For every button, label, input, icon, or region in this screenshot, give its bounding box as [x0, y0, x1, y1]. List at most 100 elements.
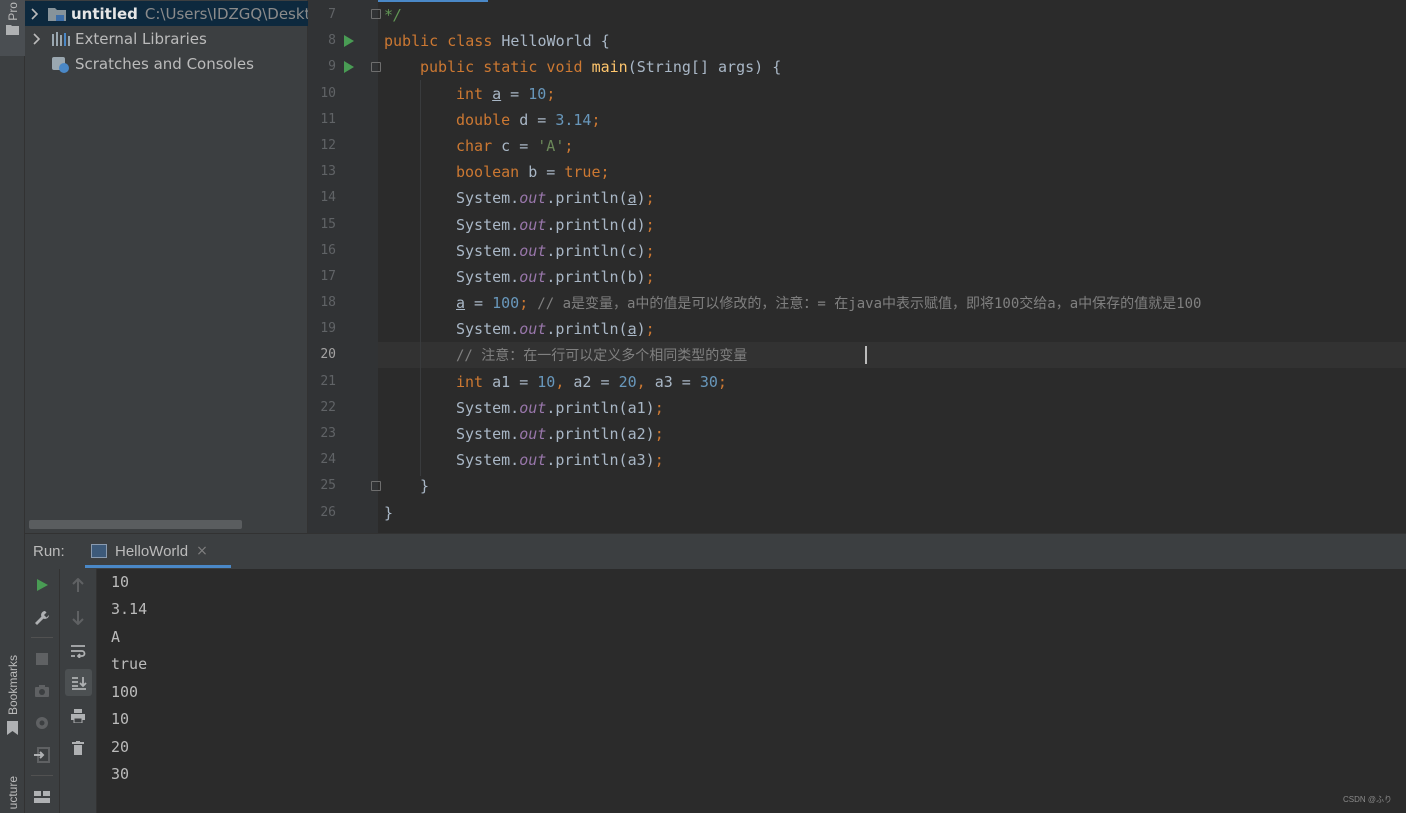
- fold-marker-icon[interactable]: [371, 9, 381, 19]
- print-button[interactable]: [60, 702, 96, 730]
- run-panel-header: Run: HelloWorld ×: [25, 533, 1406, 569]
- tree-item-label: untitled: [71, 4, 138, 23]
- line-number: 13: [320, 164, 336, 179]
- rerun-button[interactable]: [25, 571, 59, 599]
- code-line: */: [384, 6, 403, 24]
- code-line: double d = 3.14;: [456, 111, 601, 129]
- scroll-to-end-button[interactable]: [65, 669, 92, 696]
- folder-icon: [6, 24, 19, 35]
- line-number: 18: [320, 295, 336, 310]
- scroll-end-icon: [71, 676, 87, 690]
- run-tab-helloworld[interactable]: HelloWorld ×: [85, 534, 231, 568]
- exit-button[interactable]: [25, 741, 59, 769]
- project-tab-label: Pro: [5, 2, 20, 21]
- code-line: }: [384, 504, 394, 522]
- line-number: 10: [320, 86, 336, 101]
- run-class-icon[interactable]: [344, 35, 354, 47]
- code-line: public static void main(String[] args) {: [420, 58, 782, 76]
- run-panel-label: Run:: [33, 543, 65, 560]
- scroll-down-button[interactable]: [60, 604, 96, 632]
- scroll-up-button[interactable]: [60, 571, 96, 599]
- code-line: int a1 = 10, a2 = 20, a3 = 30;: [456, 373, 727, 391]
- line-number: 14: [320, 190, 336, 205]
- settings-button[interactable]: [25, 709, 59, 737]
- tree-item-path: C:\Users\IDZGQ\Deskto: [144, 4, 308, 23]
- line-number: 26: [320, 505, 336, 520]
- indent-guide: [420, 80, 421, 476]
- play-icon: [37, 579, 48, 591]
- project-panel: untitled C:\Users\IDZGQ\Deskto External …: [25, 0, 308, 533]
- console-line: 10: [111, 573, 130, 591]
- line-number: 9: [328, 59, 336, 74]
- console-line: true: [111, 655, 148, 673]
- chevron-right-icon[interactable]: [31, 26, 43, 51]
- code-editor[interactable]: 7 8 9 10 11 12 13 14 15 16 17 18 19 20 2…: [308, 0, 1406, 533]
- line-number: 8: [328, 33, 336, 48]
- close-icon[interactable]: ×: [196, 543, 208, 559]
- line-number: 17: [320, 269, 336, 284]
- fold-marker-icon[interactable]: [371, 62, 381, 72]
- tree-item-label: Scratches and Consoles: [75, 54, 254, 73]
- soft-wrap-button[interactable]: [60, 637, 96, 665]
- code-line: }: [420, 477, 430, 495]
- dump-threads-button[interactable]: [25, 677, 59, 705]
- tree-item-label: External Libraries: [75, 29, 207, 48]
- bookmarks-tab-label: Bookmarks: [5, 655, 20, 716]
- exit-icon: [34, 747, 50, 763]
- code-line: System.out.println(a1);: [456, 399, 664, 417]
- console-line: A: [111, 628, 121, 646]
- run-toolbar-primary: [25, 569, 60, 813]
- layout-icon: [34, 791, 50, 803]
- structure-tab-label: ucture: [5, 776, 20, 810]
- fold-marker-icon[interactable]: [371, 481, 381, 491]
- tree-item-untitled[interactable]: untitled C:\Users\IDZGQ\Deskto: [25, 1, 308, 26]
- code-line: System.out.println(a2);: [456, 425, 664, 443]
- code-line: System.out.println(d);: [456, 216, 655, 234]
- editor-gutter: 7 8 9 10 11 12 13 14 15 16 17 18 19 20 2…: [308, 0, 381, 533]
- code-line: System.out.println(a);: [456, 320, 655, 338]
- clear-all-button[interactable]: [60, 734, 96, 762]
- code-line: a = 100; // a是变量，a中的值是可以修改的，注意：= 在java中表…: [456, 294, 1202, 312]
- console-line: 20: [111, 738, 130, 756]
- code-line: System.out.println(a);: [456, 189, 655, 207]
- code-line: System.out.println(a3);: [456, 451, 664, 469]
- console-output[interactable]: 10 3.14 A true 100 10 20 30 CSDN @ふり: [97, 569, 1406, 813]
- code-line: System.out.println(c);: [456, 242, 655, 260]
- line-number: 25: [320, 478, 336, 493]
- module-folder-icon: [47, 6, 67, 22]
- left-tool-strip: Pro Bookmarks ucture: [0, 0, 25, 813]
- horizontal-scrollbar[interactable]: [29, 520, 242, 529]
- console-line: 100: [111, 683, 139, 701]
- run-tab-title: HelloWorld: [115, 542, 189, 560]
- code-line: int a = 10;: [456, 85, 556, 103]
- line-number-current: 20: [320, 347, 336, 362]
- text-caret: [865, 346, 867, 364]
- run-main-icon[interactable]: [344, 61, 354, 73]
- gear-icon: [36, 717, 48, 729]
- stop-button[interactable]: [25, 645, 59, 673]
- line-number: 19: [320, 321, 336, 336]
- stop-icon: [36, 653, 48, 665]
- line-number: 22: [320, 400, 336, 415]
- project-tool-tab[interactable]: Pro: [0, 0, 25, 56]
- line-number: 24: [320, 452, 336, 467]
- code-line: boolean b = true;: [456, 163, 610, 181]
- tree-item-external-libraries[interactable]: External Libraries: [25, 26, 308, 51]
- line-number: 7: [328, 7, 336, 22]
- layout-button[interactable]: [25, 783, 59, 811]
- run-toolbar-secondary: [60, 569, 97, 813]
- line-number: 15: [320, 217, 336, 232]
- modify-run-config-button[interactable]: [25, 604, 59, 632]
- watermark: CSDN @ふり: [1342, 795, 1392, 804]
- chevron-right-icon[interactable]: [31, 1, 39, 26]
- line-number: 21: [320, 374, 336, 389]
- arrow-down-icon: [72, 611, 84, 625]
- bookmarks-tool-tab[interactable]: Bookmarks: [0, 655, 25, 736]
- tree-item-scratches[interactable]: Scratches and Consoles: [25, 51, 308, 76]
- trash-icon: [72, 741, 84, 755]
- structure-tool-tab[interactable]: ucture: [0, 776, 25, 809]
- printer-icon: [71, 709, 85, 723]
- line-number: 11: [320, 112, 336, 127]
- code-line: char c = 'A';: [456, 137, 574, 155]
- camera-icon: [35, 685, 49, 697]
